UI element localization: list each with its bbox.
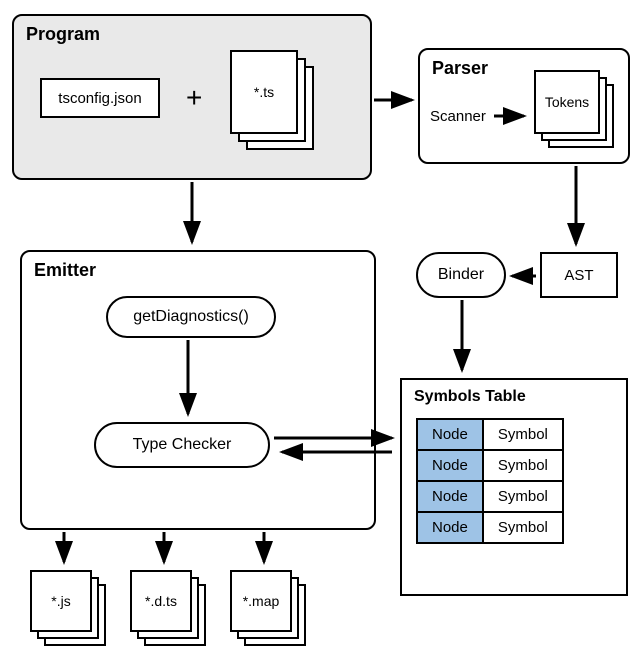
node-cell: Node bbox=[417, 419, 483, 450]
table-row: NodeSymbol bbox=[417, 450, 563, 481]
table-row: NodeSymbol bbox=[417, 512, 563, 543]
ts-files-label: *.ts bbox=[254, 84, 274, 100]
symbol-cell: Symbol bbox=[483, 450, 563, 481]
ast-box: AST bbox=[540, 252, 618, 298]
symbol-cell: Symbol bbox=[483, 512, 563, 543]
js-label: *.js bbox=[51, 593, 70, 609]
typechecker-label: Type Checker bbox=[133, 436, 232, 454]
symbols-table: NodeSymbol NodeSymbol NodeSymbol NodeSym… bbox=[416, 418, 564, 544]
parser-title: Parser bbox=[432, 58, 488, 79]
tsconfig-box: tsconfig.json bbox=[40, 78, 160, 118]
tokens-label: Tokens bbox=[545, 94, 589, 110]
dts-label: *.d.ts bbox=[145, 593, 177, 609]
diagnostics-pill: getDiagnostics() bbox=[106, 296, 276, 338]
plus-symbol: + bbox=[186, 82, 202, 114]
node-cell: Node bbox=[417, 481, 483, 512]
symbol-cell: Symbol bbox=[483, 419, 563, 450]
diagnostics-label: getDiagnostics() bbox=[133, 308, 249, 326]
symbols-title: Symbols Table bbox=[414, 388, 526, 406]
emitter-title: Emitter bbox=[34, 260, 96, 281]
table-row: NodeSymbol bbox=[417, 419, 563, 450]
node-cell: Node bbox=[417, 450, 483, 481]
typescript-compiler-diagram: Program tsconfig.json + *.ts Parser Scan… bbox=[0, 0, 643, 657]
binder-pill: Binder bbox=[416, 252, 506, 298]
binder-label: Binder bbox=[438, 266, 484, 284]
program-title: Program bbox=[26, 24, 100, 45]
typechecker-pill: Type Checker bbox=[94, 422, 270, 468]
map-label: *.map bbox=[243, 593, 280, 609]
node-cell: Node bbox=[417, 512, 483, 543]
ast-label: AST bbox=[564, 267, 593, 284]
scanner-label: Scanner bbox=[430, 108, 486, 125]
table-row: NodeSymbol bbox=[417, 481, 563, 512]
emitter-box: Emitter bbox=[20, 250, 376, 530]
tsconfig-label: tsconfig.json bbox=[58, 90, 141, 107]
symbol-cell: Symbol bbox=[483, 481, 563, 512]
